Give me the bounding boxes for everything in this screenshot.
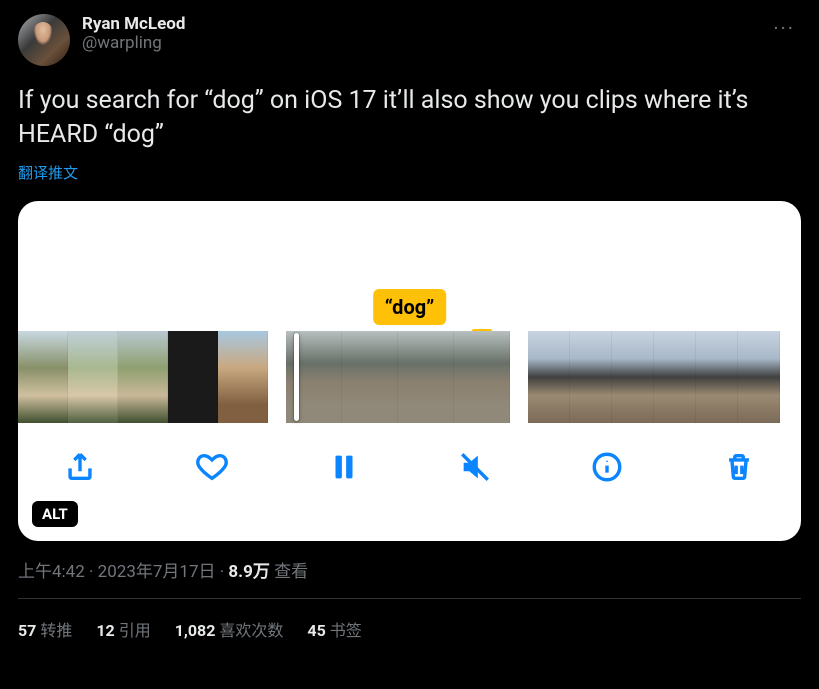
time[interactable]: 上午4:42 xyxy=(18,562,85,582)
delete-button[interactable] xyxy=(719,447,759,487)
info-button[interactable] xyxy=(587,447,627,487)
retweets-stat[interactable]: 57转推 xyxy=(18,617,72,641)
clip-thumb[interactable] xyxy=(398,331,454,423)
clip-group[interactable] xyxy=(286,331,510,423)
views-count: 8.9万 xyxy=(228,562,269,582)
views-label: 查看 xyxy=(270,562,308,582)
clip-thumb[interactable] xyxy=(218,331,268,423)
pause-button[interactable] xyxy=(324,447,364,487)
author-block[interactable]: Ryan McLeod @warpling xyxy=(82,14,185,53)
clip-thumb[interactable] xyxy=(118,331,168,423)
clip-group[interactable] xyxy=(18,331,268,423)
like-button[interactable] xyxy=(192,447,232,487)
clip-thumb[interactable] xyxy=(68,331,118,423)
date[interactable]: 2023年7月17日 xyxy=(98,562,216,582)
tweet-header: Ryan McLeod @warpling ··· xyxy=(18,14,801,66)
media-card[interactable]: “dog” xyxy=(18,201,801,541)
tweet: Ryan McLeod @warpling ··· If you search … xyxy=(0,0,819,641)
clip-thumb[interactable] xyxy=(696,331,738,423)
translate-link[interactable]: 翻译推文 xyxy=(18,162,801,183)
media-preview-area: “dog” xyxy=(18,201,801,331)
share-button[interactable] xyxy=(60,447,100,487)
heart-icon xyxy=(195,450,229,484)
clip-group[interactable] xyxy=(528,331,780,423)
clip-thumb[interactable] xyxy=(738,331,780,423)
clip-thumb[interactable] xyxy=(612,331,654,423)
video-timeline[interactable] xyxy=(18,331,801,423)
tweet-meta: 上午4:42 · 2023年7月17日 · 8.9万 查看 xyxy=(18,557,801,582)
clip-thumb[interactable] xyxy=(454,331,510,423)
playhead[interactable] xyxy=(294,333,299,421)
clip-thumb[interactable] xyxy=(654,331,696,423)
handle: @warpling xyxy=(82,33,185,53)
quotes-stat[interactable]: 12引用 xyxy=(96,617,150,641)
caption-tag: “dog” xyxy=(373,289,447,325)
more-button[interactable]: ··· xyxy=(767,14,801,42)
pause-icon xyxy=(327,450,361,484)
alt-badge[interactable]: ALT xyxy=(32,501,78,527)
clip-thumb[interactable] xyxy=(570,331,612,423)
tweet-stats: 57转推 12引用 1,082喜欢次数 45书签 xyxy=(18,599,801,641)
trash-icon xyxy=(722,450,756,484)
mute-icon xyxy=(458,450,492,484)
clip-thumb[interactable] xyxy=(18,331,68,423)
tweet-text: If you search for “dog” on iOS 17 it’ll … xyxy=(18,84,801,152)
clip-thumb[interactable] xyxy=(168,331,218,423)
info-icon xyxy=(590,450,624,484)
likes-stat[interactable]: 1,082喜欢次数 xyxy=(175,617,284,641)
share-icon xyxy=(63,450,97,484)
media-toolbar xyxy=(18,423,801,487)
clip-thumb[interactable] xyxy=(528,331,570,423)
bookmarks-stat[interactable]: 45书签 xyxy=(307,617,361,641)
mute-button[interactable] xyxy=(455,447,495,487)
display-name: Ryan McLeod xyxy=(82,14,185,34)
clip-thumb[interactable] xyxy=(342,331,398,423)
avatar[interactable] xyxy=(18,14,70,66)
